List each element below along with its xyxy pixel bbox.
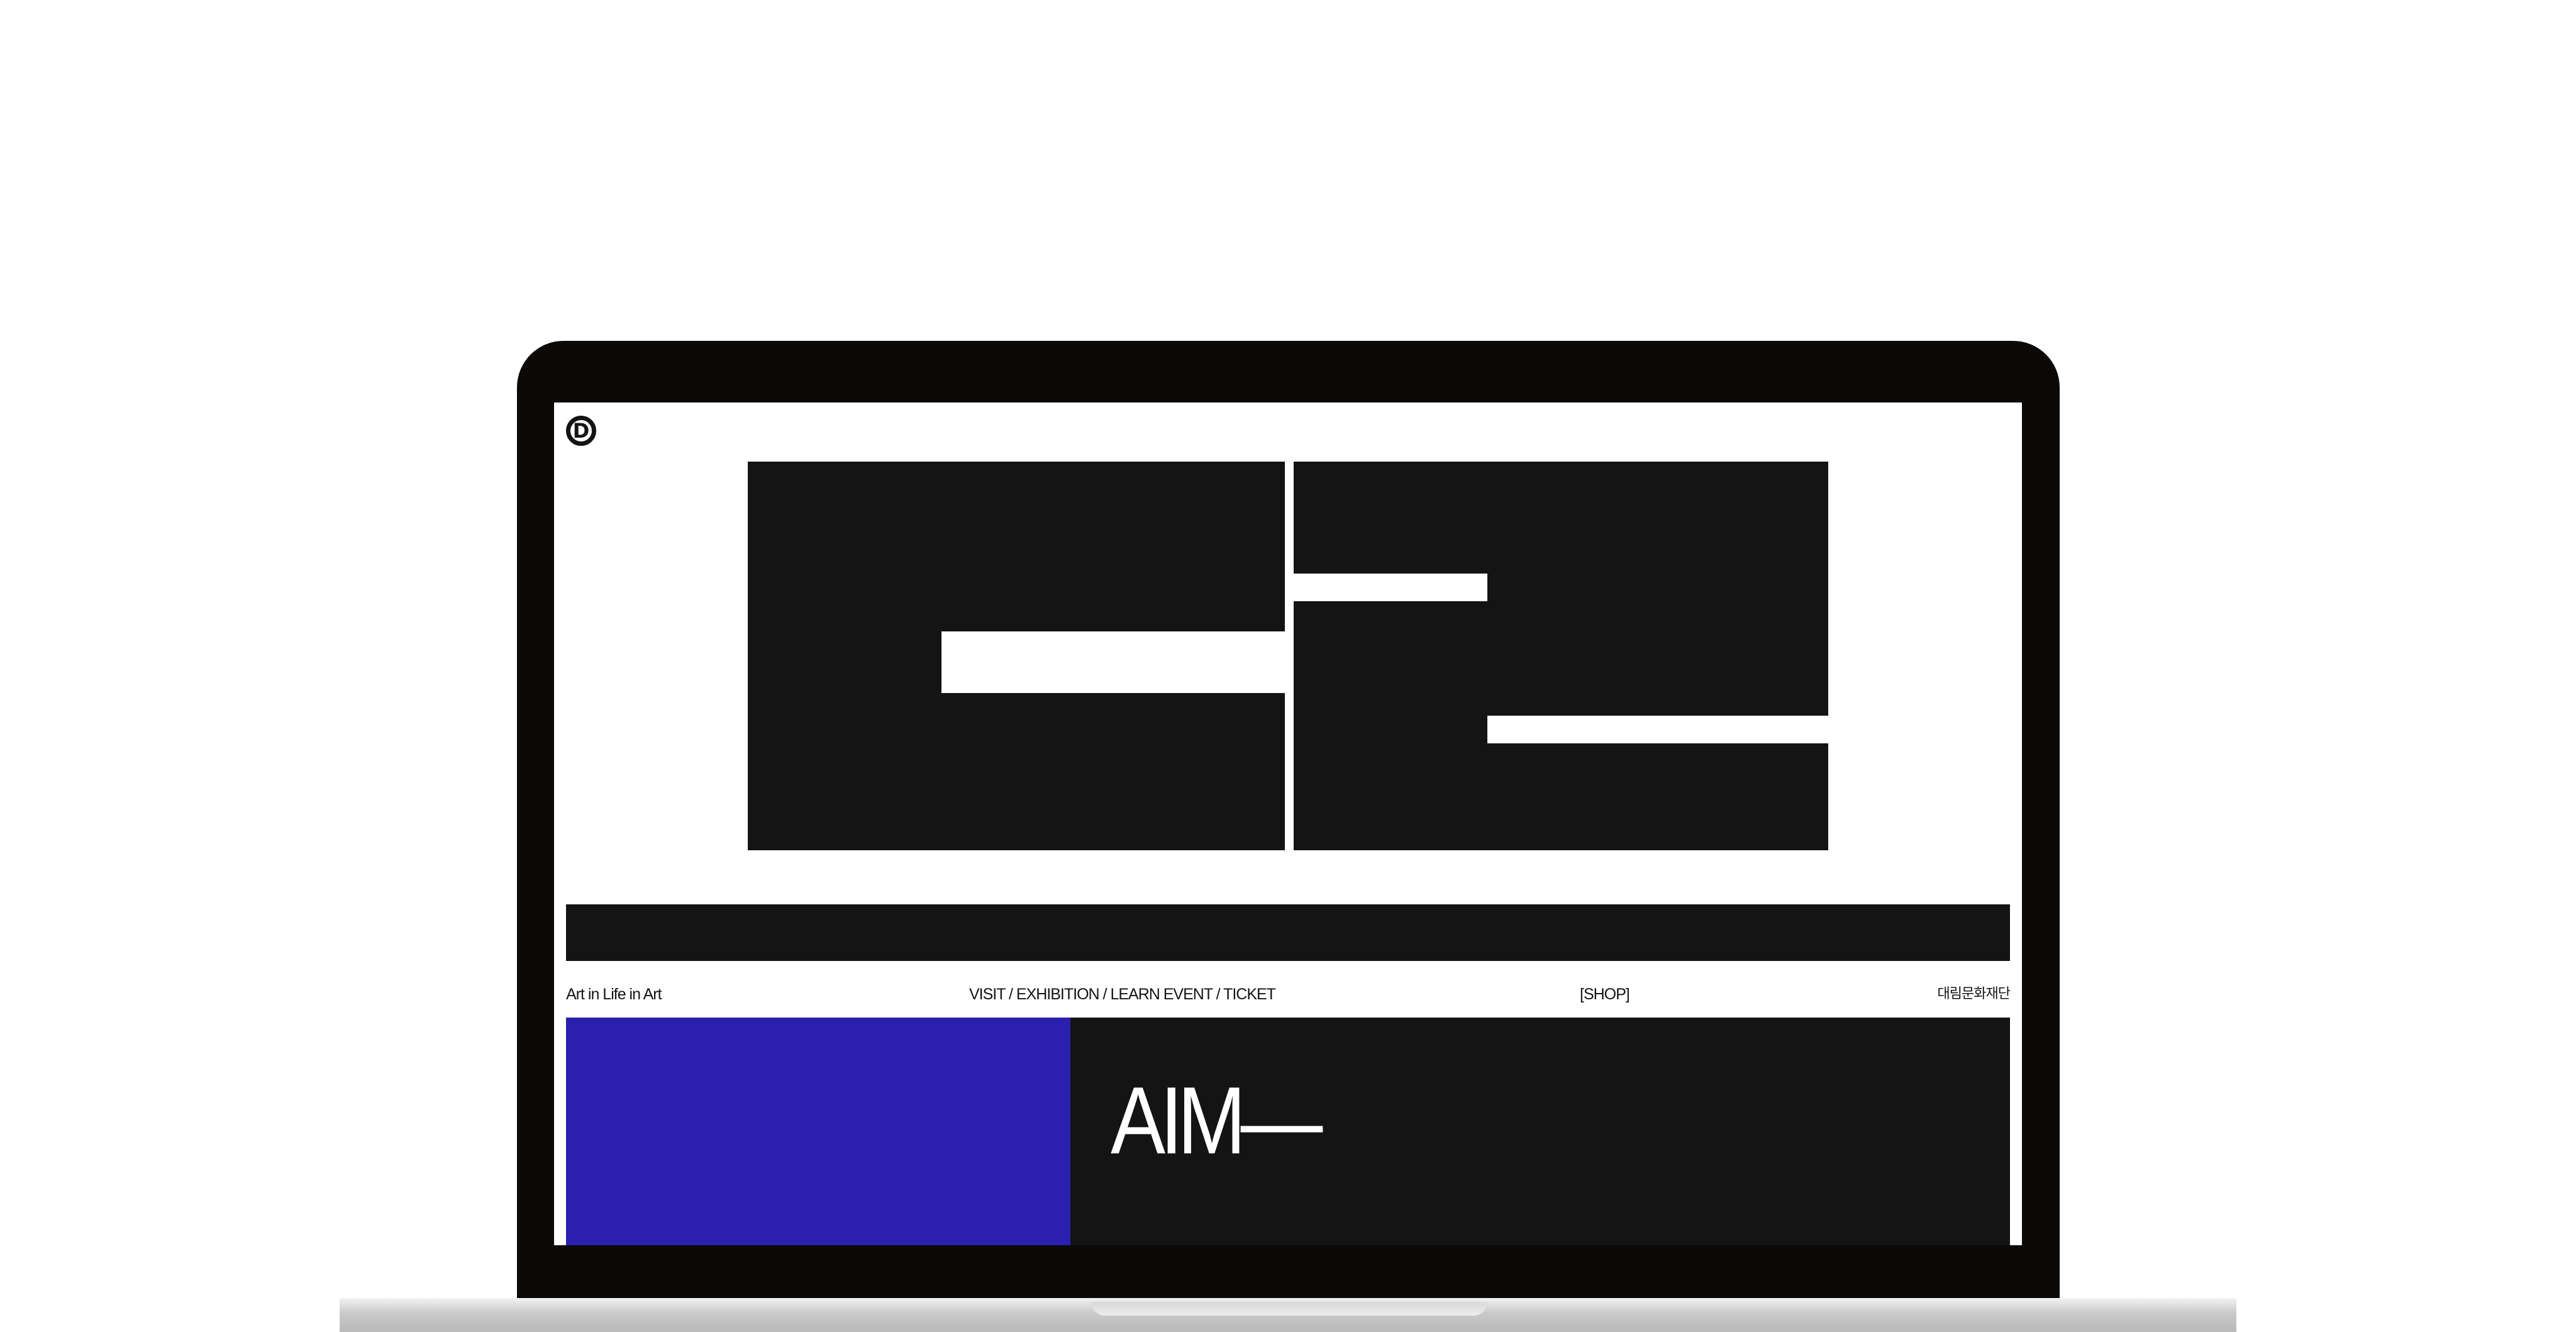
- divider-bar: [566, 904, 2010, 961]
- circled-d-logo-icon[interactable]: D: [566, 416, 596, 446]
- feature-banner[interactable]: AIM—: [566, 1018, 2010, 1245]
- two-shape-bottom: [1294, 743, 1828, 850]
- c-shape-bottom: [748, 693, 1285, 850]
- site-navigation: Art in Life in Art VISIT / EXHIBITION / …: [566, 984, 2011, 1005]
- nav-item-exhibition[interactable]: EXHIBITION: [1016, 985, 1100, 1003]
- two-shape-upper-right: [1487, 574, 1828, 601]
- laptop-base-notch: [1091, 1302, 1487, 1316]
- c2-wordmark-graphic: [748, 462, 1828, 850]
- feature-color-block: [566, 1018, 1070, 1245]
- browser-screen: D Art in Life in Art VISIT / EXHIBITION …: [554, 402, 2022, 1245]
- two-shape-middle: [1294, 601, 1828, 716]
- site-tagline: Art in Life in Art: [566, 985, 662, 1003]
- feature-headline: AIM—: [1111, 1067, 1323, 1174]
- shop-link[interactable]: [SHOP]: [1580, 984, 1630, 1005]
- main-nav: VISIT / EXHIBITION / LEARN EVENT / TICKE…: [969, 984, 1276, 1005]
- nav-item-ticket[interactable]: TICKET: [1223, 985, 1276, 1003]
- two-shape-top: [1294, 462, 1828, 574]
- nav-separator: /: [1005, 985, 1016, 1003]
- nav-item-visit[interactable]: VISIT: [969, 985, 1006, 1003]
- c-shape-spine: [748, 631, 941, 693]
- nav-separator: /: [1212, 985, 1224, 1003]
- c-shape-top: [748, 462, 1285, 631]
- nav-item-learn-event[interactable]: LEARN EVENT: [1110, 985, 1213, 1003]
- foundation-link[interactable]: 대림문화재단: [1938, 984, 2011, 1005]
- logo-letter: D: [572, 419, 590, 443]
- nav-separator: /: [1099, 985, 1111, 1003]
- two-shape-lower-left: [1294, 716, 1487, 743]
